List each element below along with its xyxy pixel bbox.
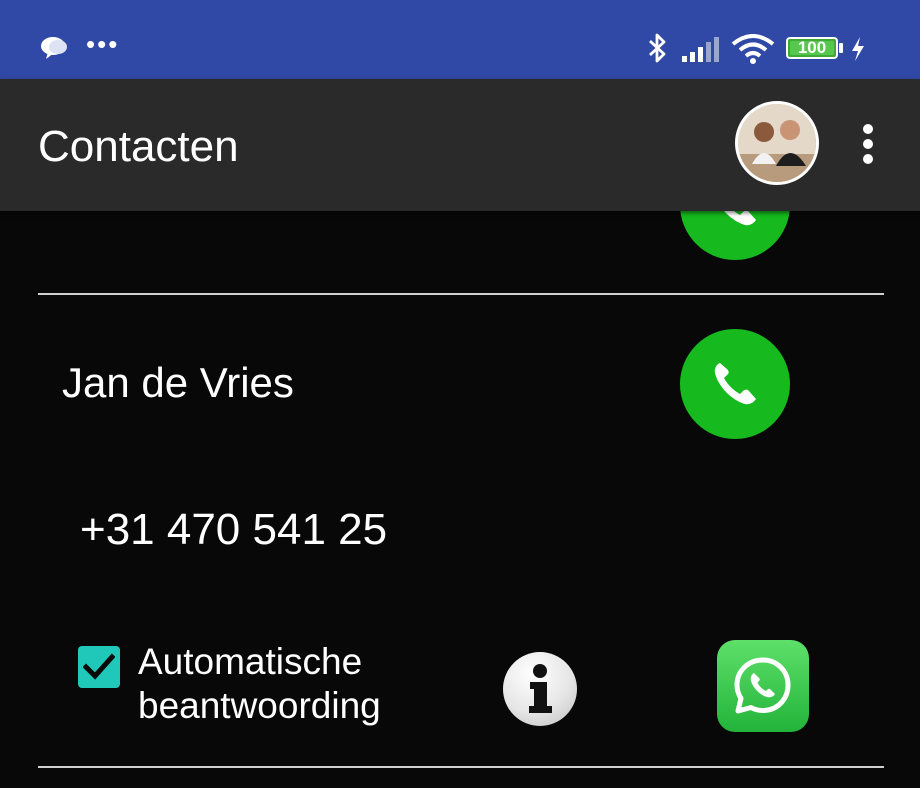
call-button[interactable] — [680, 329, 790, 439]
contact-name[interactable]: Jan de Vries — [62, 359, 294, 407]
auto-reply-label-line1: Automatische — [138, 641, 363, 682]
overflow-menu-icon[interactable] — [856, 124, 880, 166]
info-button[interactable] — [503, 652, 577, 726]
charging-bolt-icon — [852, 37, 864, 61]
contact-phone-number[interactable]: +31 470 541 25 — [80, 505, 387, 555]
cell-signal-icon — [682, 37, 719, 62]
bluetooth-icon — [649, 33, 666, 63]
phone-icon — [714, 363, 756, 405]
more-dots-icon: ••• — [86, 29, 120, 59]
auto-reply-label: Automatische beantwoording — [138, 640, 381, 728]
status-bar: ••• 100 — [0, 0, 920, 79]
auto-reply-label-line2: beantwoording — [138, 685, 381, 726]
auto-reply-checkbox[interactable] — [78, 646, 120, 688]
wifi-icon — [731, 34, 775, 64]
info-icon — [529, 664, 552, 713]
list-divider — [38, 293, 884, 295]
app-bar: Contacten — [0, 79, 920, 211]
battery-icon: 100 — [786, 37, 838, 59]
battery-tip — [839, 43, 843, 53]
list-divider — [38, 766, 884, 768]
whatsapp-icon — [734, 657, 791, 714]
checkmark-icon — [83, 653, 115, 680]
whatsapp-button[interactable] — [717, 640, 809, 732]
profile-avatar[interactable] — [735, 101, 819, 185]
avatar-photo-icon — [738, 104, 816, 182]
page-title: Contacten — [38, 122, 239, 171]
battery-level: 100 — [797, 38, 827, 57]
chat-bubble-icon — [41, 37, 67, 59]
